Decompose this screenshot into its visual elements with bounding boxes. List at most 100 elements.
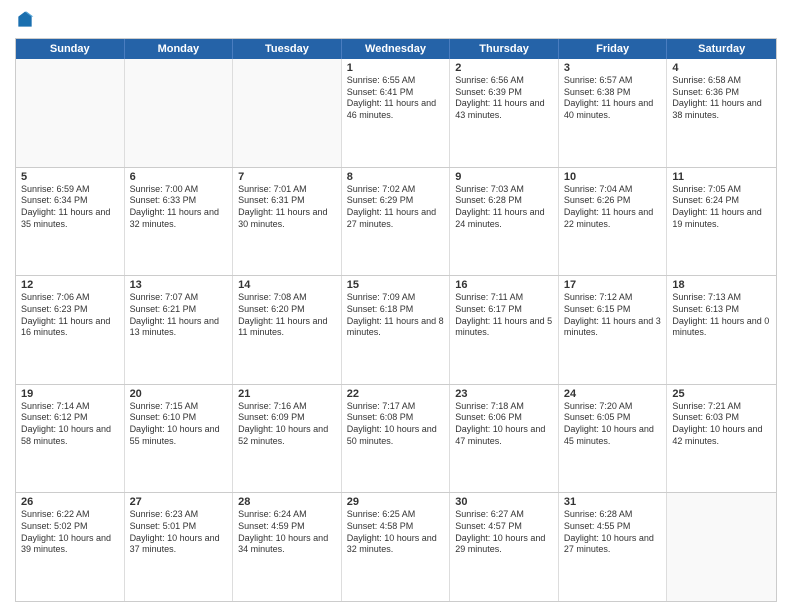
day-number: 26 [21, 496, 119, 508]
calendar-row-2: 12Sunrise: 7:06 AM Sunset: 6:23 PM Dayli… [16, 275, 776, 384]
day-number: 24 [564, 388, 662, 400]
cell-info: Sunrise: 7:08 AM Sunset: 6:20 PM Dayligh… [238, 292, 336, 339]
day-number: 28 [238, 496, 336, 508]
calendar-cell: 20Sunrise: 7:15 AM Sunset: 6:10 PM Dayli… [125, 385, 234, 493]
cell-info: Sunrise: 6:27 AM Sunset: 4:57 PM Dayligh… [455, 509, 553, 556]
calendar-cell: 22Sunrise: 7:17 AM Sunset: 6:08 PM Dayli… [342, 385, 451, 493]
calendar-body: 1Sunrise: 6:55 AM Sunset: 6:41 PM Daylig… [16, 59, 776, 601]
calendar-cell: 24Sunrise: 7:20 AM Sunset: 6:05 PM Dayli… [559, 385, 668, 493]
cell-info: Sunrise: 6:55 AM Sunset: 6:41 PM Dayligh… [347, 75, 445, 122]
calendar-cell: 21Sunrise: 7:16 AM Sunset: 6:09 PM Dayli… [233, 385, 342, 493]
cell-info: Sunrise: 6:28 AM Sunset: 4:55 PM Dayligh… [564, 509, 662, 556]
calendar-cell: 12Sunrise: 7:06 AM Sunset: 6:23 PM Dayli… [16, 276, 125, 384]
day-name-thursday: Thursday [450, 39, 559, 59]
cell-info: Sunrise: 7:06 AM Sunset: 6:23 PM Dayligh… [21, 292, 119, 339]
day-number: 13 [130, 279, 228, 291]
cell-info: Sunrise: 6:23 AM Sunset: 5:01 PM Dayligh… [130, 509, 228, 556]
calendar-cell: 7Sunrise: 7:01 AM Sunset: 6:31 PM Daylig… [233, 168, 342, 276]
day-number: 5 [21, 171, 119, 183]
cell-info: Sunrise: 7:02 AM Sunset: 6:29 PM Dayligh… [347, 184, 445, 231]
calendar-cell: 6Sunrise: 7:00 AM Sunset: 6:33 PM Daylig… [125, 168, 234, 276]
day-number: 23 [455, 388, 553, 400]
day-number: 30 [455, 496, 553, 508]
calendar-row-1: 5Sunrise: 6:59 AM Sunset: 6:34 PM Daylig… [16, 167, 776, 276]
calendar-cell: 23Sunrise: 7:18 AM Sunset: 6:06 PM Dayli… [450, 385, 559, 493]
calendar-header: SundayMondayTuesdayWednesdayThursdayFrid… [16, 39, 776, 59]
cell-info: Sunrise: 7:04 AM Sunset: 6:26 PM Dayligh… [564, 184, 662, 231]
day-number: 16 [455, 279, 553, 291]
cell-info: Sunrise: 7:07 AM Sunset: 6:21 PM Dayligh… [130, 292, 228, 339]
calendar-row-4: 26Sunrise: 6:22 AM Sunset: 5:02 PM Dayli… [16, 492, 776, 601]
calendar-cell [233, 59, 342, 167]
cell-info: Sunrise: 7:05 AM Sunset: 6:24 PM Dayligh… [672, 184, 771, 231]
calendar-cell: 29Sunrise: 6:25 AM Sunset: 4:58 PM Dayli… [342, 493, 451, 601]
cell-info: Sunrise: 7:21 AM Sunset: 6:03 PM Dayligh… [672, 401, 771, 448]
cell-info: Sunrise: 6:57 AM Sunset: 6:38 PM Dayligh… [564, 75, 662, 122]
cell-info: Sunrise: 6:22 AM Sunset: 5:02 PM Dayligh… [21, 509, 119, 556]
day-number: 31 [564, 496, 662, 508]
calendar-cell: 1Sunrise: 6:55 AM Sunset: 6:41 PM Daylig… [342, 59, 451, 167]
day-number: 7 [238, 171, 336, 183]
page-header [15, 10, 777, 30]
cell-info: Sunrise: 7:13 AM Sunset: 6:13 PM Dayligh… [672, 292, 771, 339]
logo-icon [15, 10, 35, 30]
cell-info: Sunrise: 6:25 AM Sunset: 4:58 PM Dayligh… [347, 509, 445, 556]
calendar-cell: 11Sunrise: 7:05 AM Sunset: 6:24 PM Dayli… [667, 168, 776, 276]
calendar-cell: 10Sunrise: 7:04 AM Sunset: 6:26 PM Dayli… [559, 168, 668, 276]
day-name-saturday: Saturday [667, 39, 776, 59]
calendar-cell: 26Sunrise: 6:22 AM Sunset: 5:02 PM Dayli… [16, 493, 125, 601]
day-number: 11 [672, 171, 771, 183]
day-number: 1 [347, 62, 445, 74]
day-number: 14 [238, 279, 336, 291]
day-number: 21 [238, 388, 336, 400]
cell-info: Sunrise: 7:15 AM Sunset: 6:10 PM Dayligh… [130, 401, 228, 448]
cell-info: Sunrise: 7:12 AM Sunset: 6:15 PM Dayligh… [564, 292, 662, 339]
day-number: 18 [672, 279, 771, 291]
day-number: 15 [347, 279, 445, 291]
day-number: 17 [564, 279, 662, 291]
calendar-cell: 19Sunrise: 7:14 AM Sunset: 6:12 PM Dayli… [16, 385, 125, 493]
day-number: 19 [21, 388, 119, 400]
calendar-cell: 18Sunrise: 7:13 AM Sunset: 6:13 PM Dayli… [667, 276, 776, 384]
calendar-row-0: 1Sunrise: 6:55 AM Sunset: 6:41 PM Daylig… [16, 59, 776, 167]
calendar-cell: 31Sunrise: 6:28 AM Sunset: 4:55 PM Dayli… [559, 493, 668, 601]
calendar-cell: 17Sunrise: 7:12 AM Sunset: 6:15 PM Dayli… [559, 276, 668, 384]
calendar-cell: 2Sunrise: 6:56 AM Sunset: 6:39 PM Daylig… [450, 59, 559, 167]
day-name-sunday: Sunday [16, 39, 125, 59]
calendar: SundayMondayTuesdayWednesdayThursdayFrid… [15, 38, 777, 602]
day-number: 27 [130, 496, 228, 508]
logo [15, 10, 39, 30]
calendar-cell: 9Sunrise: 7:03 AM Sunset: 6:28 PM Daylig… [450, 168, 559, 276]
cell-info: Sunrise: 7:11 AM Sunset: 6:17 PM Dayligh… [455, 292, 553, 339]
calendar-cell [125, 59, 234, 167]
calendar-cell: 30Sunrise: 6:27 AM Sunset: 4:57 PM Dayli… [450, 493, 559, 601]
cell-info: Sunrise: 7:16 AM Sunset: 6:09 PM Dayligh… [238, 401, 336, 448]
calendar-cell [16, 59, 125, 167]
day-number: 3 [564, 62, 662, 74]
day-number: 22 [347, 388, 445, 400]
day-number: 25 [672, 388, 771, 400]
cell-info: Sunrise: 7:03 AM Sunset: 6:28 PM Dayligh… [455, 184, 553, 231]
day-number: 12 [21, 279, 119, 291]
day-number: 9 [455, 171, 553, 183]
cell-info: Sunrise: 7:14 AM Sunset: 6:12 PM Dayligh… [21, 401, 119, 448]
calendar-cell: 14Sunrise: 7:08 AM Sunset: 6:20 PM Dayli… [233, 276, 342, 384]
calendar-cell: 13Sunrise: 7:07 AM Sunset: 6:21 PM Dayli… [125, 276, 234, 384]
day-number: 20 [130, 388, 228, 400]
cell-info: Sunrise: 7:17 AM Sunset: 6:08 PM Dayligh… [347, 401, 445, 448]
calendar-cell: 8Sunrise: 7:02 AM Sunset: 6:29 PM Daylig… [342, 168, 451, 276]
day-number: 10 [564, 171, 662, 183]
cell-info: Sunrise: 7:18 AM Sunset: 6:06 PM Dayligh… [455, 401, 553, 448]
calendar-cell: 27Sunrise: 6:23 AM Sunset: 5:01 PM Dayli… [125, 493, 234, 601]
day-name-monday: Monday [125, 39, 234, 59]
calendar-cell: 25Sunrise: 7:21 AM Sunset: 6:03 PM Dayli… [667, 385, 776, 493]
calendar-cell: 5Sunrise: 6:59 AM Sunset: 6:34 PM Daylig… [16, 168, 125, 276]
calendar-cell [667, 493, 776, 601]
cell-info: Sunrise: 6:59 AM Sunset: 6:34 PM Dayligh… [21, 184, 119, 231]
cell-info: Sunrise: 7:01 AM Sunset: 6:31 PM Dayligh… [238, 184, 336, 231]
cell-info: Sunrise: 7:00 AM Sunset: 6:33 PM Dayligh… [130, 184, 228, 231]
calendar-cell: 16Sunrise: 7:11 AM Sunset: 6:17 PM Dayli… [450, 276, 559, 384]
day-number: 29 [347, 496, 445, 508]
day-number: 8 [347, 171, 445, 183]
calendar-row-3: 19Sunrise: 7:14 AM Sunset: 6:12 PM Dayli… [16, 384, 776, 493]
